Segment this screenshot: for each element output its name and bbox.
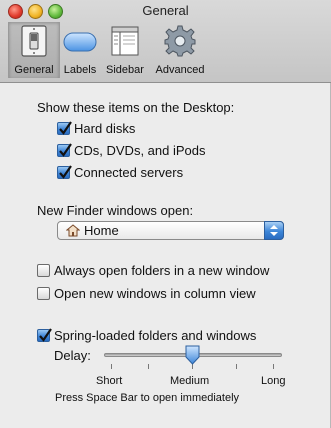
toolbar-advanced-label: Advanced [155,64,205,76]
window-title: General [142,3,189,18]
delay-tick-short: Short [96,375,123,387]
preferences-window: General General Labels Sidebar Advanced … [0,0,331,428]
column-view-label: Open new windows in column view [54,286,256,301]
new-window-popup[interactable]: Home [57,221,284,240]
cds-dvds-ipods-label: CDs, DVDs, and iPods [74,143,206,158]
gear-icon [164,25,196,57]
always-new-window-checkbox[interactable] [37,264,50,277]
delay-tick-long: Long [261,375,286,387]
delay-tick-medium: Medium [170,375,210,387]
checkmark-icon [59,165,72,179]
delay-hint: Press Space Bar to open immediately [55,392,240,404]
delay-slider-thumb[interactable] [185,345,200,365]
slider-tick [273,364,274,369]
home-icon [66,224,80,237]
always-new-window-label: Always open folders in a new window [54,263,270,278]
sidebar-window-icon [111,26,139,56]
spring-loaded-checkbox[interactable] [37,328,52,342]
slider-tick [148,364,149,369]
desktop-heading: Show these items on the Desktop: [37,100,235,115]
toolbar-general-label: General [14,64,54,76]
toolbar-sidebar[interactable]: Sidebar [102,22,148,78]
label-pill-icon [63,32,97,52]
new-window-label: New Finder windows open: [37,203,194,218]
toolbar-general[interactable]: General [8,22,60,78]
connected-servers-label: Connected servers [74,165,184,180]
hard-disks-label: Hard disks [74,121,136,136]
toolbar-advanced[interactable]: Advanced [150,22,210,78]
toolbar-labels[interactable]: Labels [60,22,100,78]
new-window-value: Home [84,223,119,238]
connected-servers-checkbox[interactable] [57,165,72,179]
slider-tick [111,364,112,369]
checkmark-icon [59,121,72,135]
spring-loaded-label: Spring-loaded folders and windows [54,328,257,343]
toolbar-labels-label: Labels [63,64,97,76]
toolbar-sidebar-label: Sidebar [106,64,144,76]
checkmark-icon [39,328,52,342]
cds-dvds-ipods-checkbox[interactable] [57,143,72,157]
toolbar: General General Labels Sidebar Advanced [0,0,331,83]
column-view-checkbox[interactable] [37,287,50,300]
checkmark-icon [59,143,72,157]
light-switch-icon [21,25,47,57]
delay-label: Delay: [54,348,91,363]
slider-tick [236,364,237,369]
hard-disks-checkbox[interactable] [57,121,72,135]
popup-arrows-icon [264,221,284,240]
